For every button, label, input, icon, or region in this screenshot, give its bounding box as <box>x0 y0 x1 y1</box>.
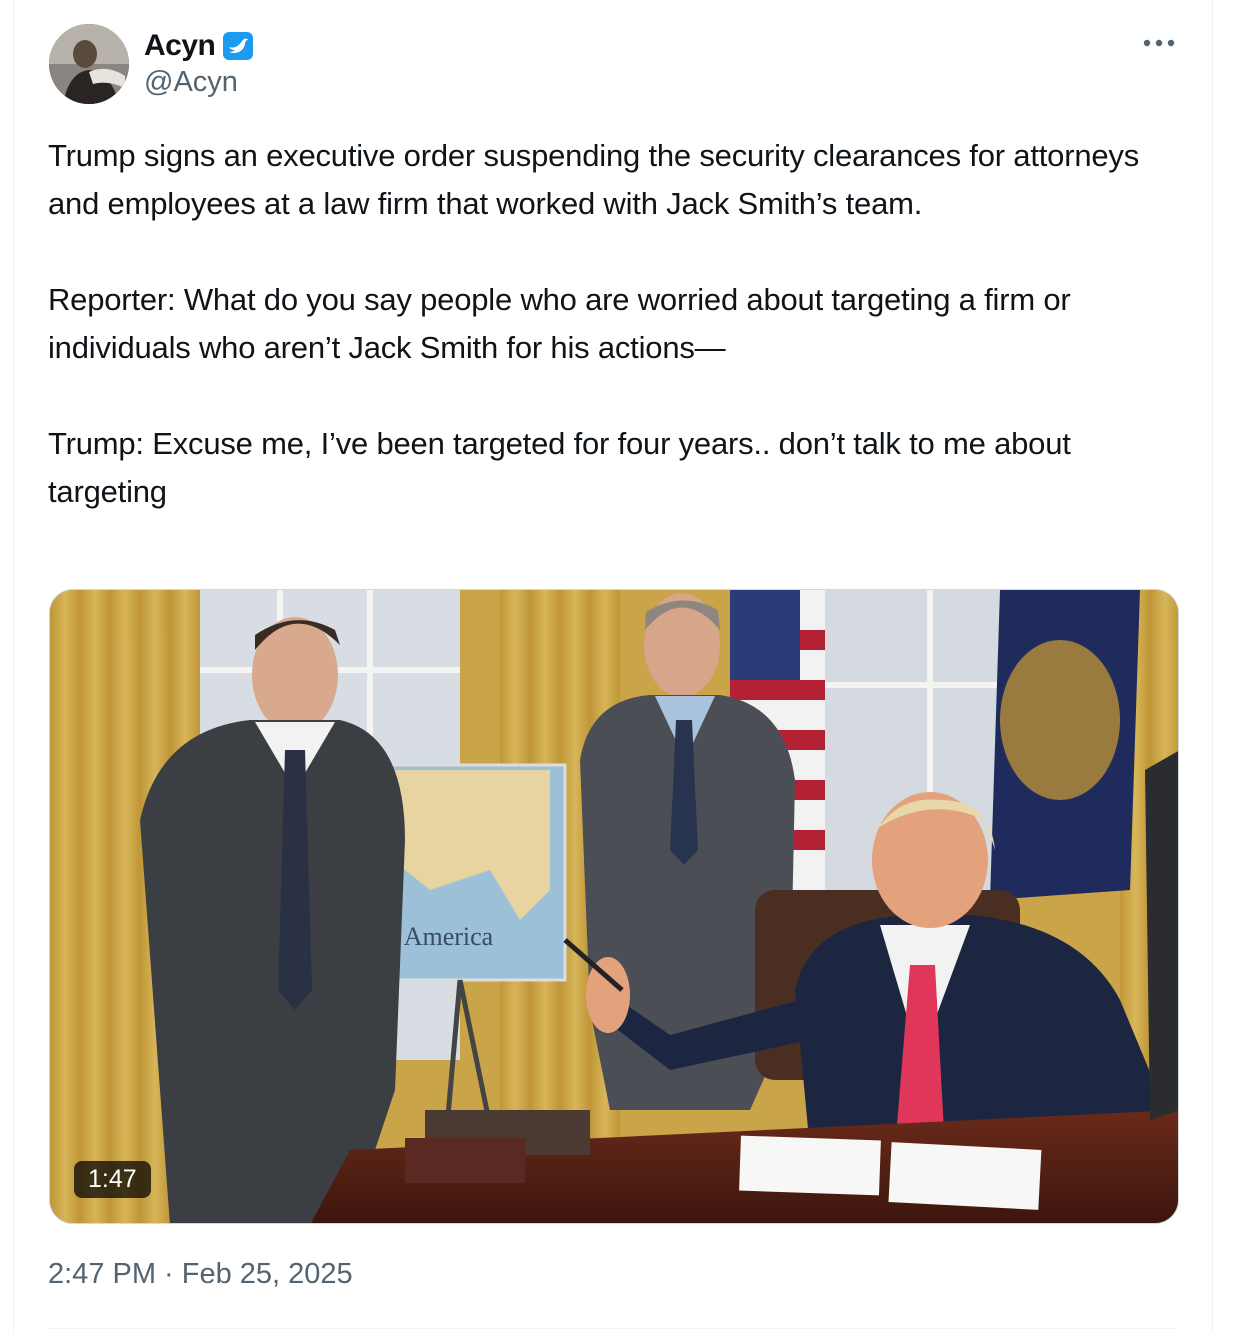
author-handle[interactable]: @Acyn <box>144 66 238 99</box>
video-duration-badge: 1:47 <box>74 1161 151 1198</box>
tweet-timestamp[interactable]: 2:47 PM · Feb 25, 2025 <box>48 1258 353 1291</box>
more-options-icon[interactable] <box>1137 26 1181 60</box>
paragraph-spacer <box>48 228 1188 276</box>
paragraph-spacer <box>48 372 1188 420</box>
tweet-paragraph: Trump signs an executive order suspendin… <box>48 138 1139 221</box>
tweet-paragraph: Trump: Excuse me, I’ve been targeted for… <box>48 426 1071 509</box>
tweet-text: Trump signs an executive order suspendin… <box>48 132 1188 516</box>
author-display-name[interactable]: Acyn <box>144 29 216 63</box>
divider <box>48 1328 1178 1329</box>
author-name-row[interactable]: Acyn <box>144 26 255 66</box>
verified-badge-icon <box>221 29 255 63</box>
tweet-card: Acyn @Acyn Trump signs an executive orde… <box>13 0 1213 1332</box>
video-thumbnail: f America <box>50 590 1178 1223</box>
map-caption-text: f America <box>390 922 494 951</box>
tweet-paragraph: Reporter: What do you say people who are… <box>48 282 1071 365</box>
video-player[interactable]: f America 1:47 <box>49 589 1179 1224</box>
avatar-image <box>49 24 129 104</box>
avatar[interactable] <box>49 24 129 104</box>
